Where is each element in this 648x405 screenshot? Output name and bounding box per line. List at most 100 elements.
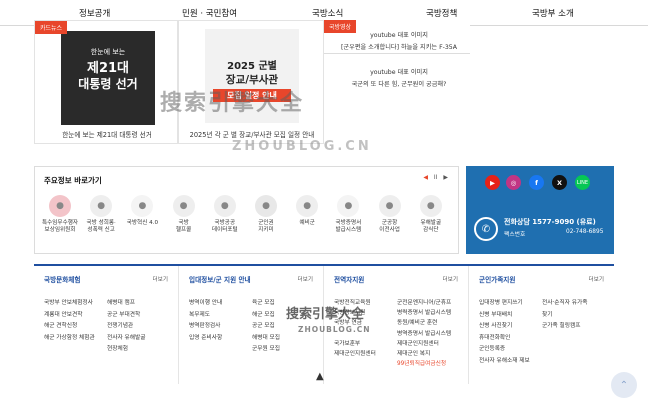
quick-link-item[interactable]: ● 군인권 지키미 [247, 195, 285, 234]
link-item[interactable]: 전사자 유해소재 제보 [479, 355, 530, 364]
link-item[interactable]: 병역판정검사 [189, 320, 220, 329]
prev-arrow-icon[interactable]: ◀ [423, 174, 428, 181]
thumb-top-text: 한눈에 보는 [90, 48, 126, 56]
line-icon[interactable]: LINE [575, 175, 590, 190]
card-recruit-schedule[interactable]: 2025 군별 장교/부사관 모집 일정 안내 2025년 각 군 별 장교/부… [178, 20, 324, 144]
video1-title: [군우편을 소개합니다] 하늘을 지키는 F-35A [341, 44, 457, 51]
link-item[interactable]: 국방부 안보체험정사 [44, 297, 93, 306]
link-item[interactable]: 신병 부대배치 [479, 309, 512, 318]
link-item[interactable]: 군인등록증 [479, 343, 505, 352]
link-item[interactable]: 복무제도 [189, 309, 210, 318]
quick-link-item[interactable]: ● 예비군 [288, 195, 326, 227]
reserve-icon: ● [296, 195, 319, 217]
nav-item-info[interactable]: 정보공개 [79, 7, 110, 19]
more-link[interactable]: 더보기 [153, 275, 168, 283]
quick-link-label-2: 이전사업 [379, 227, 400, 233]
link-item[interactable]: 제대군인지원센터 [397, 338, 439, 347]
quick-link-label-2: 발급시스템 [335, 227, 362, 233]
call-title: 전화상담 1577-9090 (유료) [504, 218, 596, 226]
link-item[interactable]: 입대장병 편지쓰기 [479, 297, 523, 306]
phone-1303-icon: ● [172, 195, 195, 217]
quick-link-item[interactable]: ● 군공항 이전사업 [371, 195, 409, 234]
quick-link-item[interactable]: ● 국방혁신 4.0 [123, 195, 161, 227]
quick-link-item[interactable]: ● 유해발굴 감식단 [412, 195, 450, 234]
link-item[interactable]: 해병대 캠프 [107, 297, 135, 306]
quick-link-label-2: 헬프콜 [175, 227, 192, 233]
video-item-2[interactable]: youtube 대표 이미지 국군의 또 다른 힘, 군무원이 궁금해? [324, 67, 474, 88]
link-item[interactable]: 해군 모집 [252, 309, 275, 318]
link-item[interactable]: 99년퇴직급여금신청 [397, 358, 446, 367]
link-item[interactable]: 공군 모집 [252, 320, 275, 329]
certificate-icon: ● [337, 195, 360, 217]
link-item[interactable]: 신병 사진찾기 [479, 320, 512, 329]
more-link[interactable]: 더보기 [298, 275, 313, 283]
card2-caption[interactable]: 2025년 각 군 별 장교/부사관 모집 일정 안내 [179, 129, 325, 139]
quick-link-label: 군공항 [381, 220, 398, 226]
nav-item-petition[interactable]: 민원 · 국민참여 [182, 7, 237, 19]
link-item[interactable]: 공군 부대견학 [107, 309, 140, 318]
link-item[interactable]: 육군 모집 [252, 297, 275, 306]
airplane-icon: ● [378, 195, 401, 217]
link-item[interactable]: 전쟁기념관 [107, 320, 133, 329]
card-news-tag: 카드뉴스 [35, 21, 68, 34]
card1-caption[interactable]: 한눈에 보는 제21대 대통령 선거 [35, 129, 179, 139]
link-item[interactable]: 국가보훈부 [334, 338, 360, 347]
quick-link-item[interactable]: ● 국방 헬프콜 [165, 195, 203, 234]
link-item[interactable]: 군가족 힐링캠프 [542, 320, 580, 329]
link-column: 국방문화체험 더보기국방부 안보체험정사 해병대 캠프계룡대 안보견학 공군 부대견학… [34, 266, 179, 384]
fax-label: 팩스번호 [504, 232, 526, 238]
link-item[interactable]: 동원/예비군 훈련 [397, 317, 437, 326]
thumb-main2: 대통령 선거 [78, 77, 138, 91]
link-item[interactable]: 찾기 [542, 309, 552, 318]
next-arrow-icon[interactable]: ▶ [443, 174, 448, 181]
phone-icon: ✆ [474, 217, 498, 241]
link-column-title: 국방문화체험 [44, 276, 81, 284]
quick-link-label: 국방혁신 4.0 [126, 220, 159, 226]
quick-link-label: 군인권 [258, 220, 274, 226]
instagram-icon[interactable]: ◎ [506, 175, 521, 190]
collapse-chevron-icon[interactable]: ▲ [316, 371, 324, 382]
thumb-year: 2025 군별 [227, 61, 277, 72]
link-item[interactable]: 제대군인지원센터 [334, 348, 376, 357]
link-item[interactable]: 군무원 모집 [252, 343, 280, 352]
card-video: 국방영상 youtube 대표 이미지 [군우편을 소개합니다] 하늘을 지키는… [324, 20, 470, 96]
more-link[interactable]: 더보기 [589, 275, 604, 283]
quick-link-item[interactable]: ● 국방 성희롱· 성폭력 신고 [82, 195, 120, 234]
link-item[interactable]: 병역증명서 발급시스템 [397, 328, 451, 337]
quick-link-item[interactable]: ● 국방공공 데이터포털 [206, 195, 244, 234]
video2-title: 국군의 또 다른 힘, 군무원이 궁금해? [351, 81, 447, 88]
link-item[interactable]: 입영 준비사항 [189, 332, 222, 341]
x-icon[interactable]: X [552, 175, 567, 190]
pause-button[interactable]: II [434, 174, 438, 181]
scroll-top-button[interactable]: ⌃ [611, 372, 637, 398]
quick-link-item[interactable]: ● 특수임무수행자 보상임위원회 [41, 195, 79, 234]
quick-link-item[interactable]: ● 국방증명서 발급시스템 [329, 195, 367, 234]
quick-link-label: 국방공공 [214, 220, 236, 226]
quick-link-label: 국방 [178, 220, 189, 226]
quick-links-panel: 주요정보 바로가기 ◀ II ▶ ● 특수임무수행자 보상임위원회 ● 국방 성희롱· 성… [34, 166, 459, 254]
link-item[interactable]: 해군 견학신청 [44, 320, 77, 329]
nav-item-about[interactable]: 국방부 소개 [532, 7, 574, 19]
quick-link-label-2: 감식단 [423, 227, 439, 233]
link-item[interactable]: 전사자 유해발굴 [107, 332, 145, 341]
link-item[interactable]: 전사·순직자 유가족 [542, 297, 587, 306]
link-item[interactable]: 현장체험 [107, 343, 128, 352]
divider [324, 53, 470, 54]
link-item[interactable]: 군전문엔지니어/군휴프 [397, 297, 451, 306]
facebook-icon[interactable]: f [529, 175, 544, 190]
more-link[interactable]: 더보기 [443, 275, 458, 283]
phone-1365-icon: ● [90, 195, 113, 217]
link-item[interactable]: 제대군인 복지 [397, 348, 430, 357]
nav-item-news[interactable]: 국방소식 [312, 7, 343, 19]
card-news-election[interactable]: 한눈에 보는 제21대 대통령 선거 카드뉴스 한눈에 보는 제21대 대통령 … [34, 20, 178, 144]
watermark-1: 搜索引擎大全 [160, 91, 305, 116]
nav-item-policy[interactable]: 국방정책 [426, 7, 457, 19]
link-item[interactable]: 휴대전화확인 [479, 332, 510, 341]
link-item[interactable]: 계룡대 안보견학 [44, 309, 82, 318]
link-item[interactable]: 해병대 모집 [252, 332, 280, 341]
link-item[interactable]: 병역이행 안내 [189, 297, 222, 306]
link-item[interactable]: 병력증명서 발급시스템 [397, 307, 451, 316]
video-item-1[interactable]: youtube 대표 이미지 [군우편을 소개합니다] 하늘을 지키는 F-35… [324, 30, 474, 51]
youtube-icon[interactable]: ▶ [485, 175, 500, 190]
link-item[interactable]: 해군 가상함정 체험관 [44, 332, 95, 341]
